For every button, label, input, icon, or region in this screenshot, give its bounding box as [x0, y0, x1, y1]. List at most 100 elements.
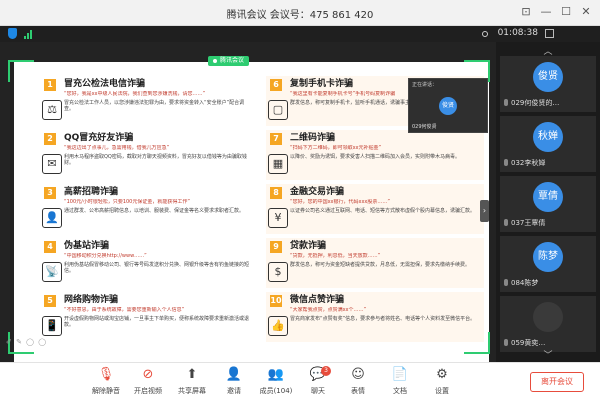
fraud-card: 8 金融交易诈骗 “您好，您的中国xx银行，代码xxx股票……” ¥ 以证券公司名义通过…: [266, 184, 484, 234]
card-quote: “您好，我是xx中级人民法院，我们查到您涉嫌洗钱，请您……”: [64, 91, 206, 97]
meeting-timer: 01:08:38: [497, 28, 538, 38]
avatar: 秋婵: [533, 122, 563, 152]
microphone-icon: [504, 219, 508, 226]
card-title: 微信点赞诈骗: [290, 295, 345, 305]
card-number: 7: [270, 133, 282, 145]
card-title: 高薪招聘诈骗: [64, 187, 119, 197]
members-label: 成员(104): [259, 387, 293, 395]
maximize-button[interactable]: ☐: [558, 4, 574, 20]
card-quote: “我这边出了点事儿，急需用钱，借我几万应急”: [64, 145, 170, 151]
chat-badge: 3: [321, 366, 331, 376]
participant-name: 059黄奕…: [504, 338, 545, 348]
minimize-button[interactable]: —: [538, 4, 554, 20]
fraud-card: 5 网络购物诈骗 “不好意思，由于系统故障，需要您重新输入个人信息” 📱 开设虚假购物网…: [40, 292, 258, 342]
slide-column-left: 1 冒充公检法电信诈骗 “您好，我是xx中级人民法院，我们查到您涉嫌洗钱，请您……”…: [40, 76, 258, 346]
card-quote: “100元/小时很轻松，只要100元保证金，就能获得工作”: [64, 199, 190, 205]
card-number: 2: [44, 133, 56, 145]
card-title: QQ冒充好友诈骗: [64, 133, 134, 143]
participant-name-text: 084陈梦: [511, 279, 539, 287]
reaction-button[interactable]: ☺ 表情: [336, 366, 380, 398]
card-illustration-icon: $: [268, 262, 288, 282]
collapse-panel-handle[interactable]: ›: [480, 200, 489, 222]
annotation-toolbar[interactable]: ✐ ✎ ◯ ◯: [6, 338, 47, 346]
signal-icon[interactable]: [24, 29, 32, 39]
speaker-mini-video[interactable]: 正在讲话： 俊贤 029何俊贤: [408, 78, 488, 133]
avatar: 陈梦: [533, 242, 563, 272]
participant-tile[interactable]: 覃倩 037王覃倩: [500, 176, 596, 232]
chat-button[interactable]: 💬 3 聊天: [296, 366, 340, 398]
card-illustration-icon: ⚖: [42, 100, 62, 120]
card-description: 群发信息，称可为资金短缺者提供贷款，月息低，无需担保，要求先缴纳手续费。: [290, 262, 471, 268]
fraud-card: 10 微信点赞诈骗 “大家帮我点赞，点赞满xx个……” 👍 冒充商家发布“点赞有奖”信息…: [266, 292, 484, 342]
card-illustration-icon: ¥: [268, 208, 288, 228]
participant-name: 037王覃倩: [504, 218, 545, 228]
start-video-button[interactable]: ⊘ 开启视频: [126, 366, 170, 398]
microphone-icon: [504, 159, 508, 166]
pin-icon[interactable]: ⊡: [518, 4, 534, 20]
fraud-card: 1 冒充公检法电信诈骗 “您好，我是xx中级人民法院，我们查到您涉嫌洗钱，请您……”…: [40, 76, 258, 126]
leave-meeting-button[interactable]: 离开会议: [530, 372, 584, 392]
participant-name: 029何俊贤的…: [504, 98, 559, 108]
share-screen-label: 共享屏幕: [178, 387, 206, 395]
card-quote: “贷款，无抵押，利息低，当天放款……”: [290, 253, 381, 259]
card-body: 📡 利用伪基站假冒移动公司、银行等号码发送积分兑换、网银升级等含有钓鱼链接的短信。: [42, 262, 254, 282]
shared-screen: 1 冒充公检法电信诈骗 “您好，我是xx中级人民法院，我们查到您涉嫌洗钱，请您……”…: [0, 42, 496, 380]
sharing-indicator: 腾讯会议: [208, 56, 250, 66]
documents-label: 文档: [393, 387, 407, 395]
participant-tile[interactable]: 俊贤 029何俊贤的…: [500, 56, 596, 112]
participant-name: 084陈梦: [504, 278, 538, 288]
members-button[interactable]: 👥 成员(104): [254, 366, 298, 398]
invite-button[interactable]: 👤 邀请: [212, 366, 256, 398]
card-illustration-icon: ▢: [268, 100, 288, 120]
card-body: $ 群发信息，称可为资金短缺者提供贷款，月息低，无需担保，要求先缴纳手续费。: [268, 262, 480, 282]
unmute-button[interactable]: 🎙 解除静音: [84, 366, 128, 398]
fraud-card: 9 贷款诈骗 “贷款，无抵押，利息低，当天放款……” $ 群发信息，称可为资金短缺者提供…: [266, 238, 484, 288]
card-description: 以证券公司名义通过互联网、电话、短信等方式散布虚假个股内幕信息，诱骗汇款。: [290, 208, 476, 214]
microphone-icon: [504, 99, 508, 106]
avatar: 覃倩: [533, 182, 563, 212]
settings-button[interactable]: ⚙ 设置: [420, 366, 464, 398]
participant-name-text: 032李秋婵: [511, 159, 546, 167]
card-number: 4: [44, 241, 56, 253]
timer-icon: [482, 31, 488, 37]
close-button[interactable]: ✕: [578, 4, 594, 20]
window-title: 腾讯会议 会议号：475 861 420: [226, 10, 374, 21]
shield-icon[interactable]: [8, 28, 17, 39]
card-number: 6: [270, 79, 282, 91]
participant-name-text: 037王覃倩: [511, 219, 546, 227]
card-title: 伪基站诈骗: [64, 241, 110, 251]
invite-label: 邀请: [227, 387, 241, 395]
fullscreen-icon[interactable]: [545, 29, 554, 38]
documents-button[interactable]: 📄 文档: [378, 366, 422, 398]
title-bar: 腾讯会议 会议号：475 861 420 ⊡ — ☐ ✕: [0, 0, 600, 26]
card-quote: “不好意思，由于系统故障，需要您重新输入个人信息”: [64, 307, 185, 313]
card-quote: “您好，您的中国xx银行，代码xxx股票……”: [290, 199, 390, 205]
document-icon: 📄: [391, 367, 409, 382]
card-quote: “扫码下方二维码，即可领取xx元补贴金”: [290, 145, 382, 151]
card-illustration-icon: ▦: [268, 154, 288, 174]
members-icon: 👥: [267, 367, 285, 382]
add-user-icon: 👤: [225, 367, 243, 382]
avatar: [533, 302, 563, 332]
participant-tile[interactable]: 陈梦 084陈梦: [500, 236, 596, 292]
card-number: 3: [44, 187, 56, 199]
smile-icon: ☺: [351, 367, 365, 382]
card-title: 冒充公检法电信诈骗: [64, 79, 146, 89]
card-description: 开设虚假购物网站或淘宝店铺，一旦事主下单购买，便称系统故障要求重新激活或退款。: [64, 316, 250, 328]
share-screen-icon: ⬆: [186, 367, 198, 382]
card-illustration-icon: 👍: [268, 316, 288, 336]
card-quote: “大家帮我点赞，点赞满xx个……”: [290, 307, 367, 313]
sharing-indicator-label: 腾讯会议: [220, 57, 245, 64]
card-description: 以降价、奖励为诱饵，要求受害人扫描二维码加入会员，实则附带木马病毒。: [290, 154, 461, 160]
card-body: ▦ 以降价、奖励为诱饵，要求受害人扫描二维码加入会员，实则附带木马病毒。: [268, 154, 480, 174]
participant-name-text: 059黄奕…: [511, 339, 546, 347]
card-description: 冒充商家发布“点赞有奖”信息，要求参与者将姓名、电话等个人资料发至微信平台。: [290, 316, 476, 322]
participant-tile[interactable]: 秋婵 032李秋婵: [500, 116, 596, 172]
participant-tile[interactable]: 059黄奕…: [500, 296, 596, 352]
card-description: 通过群发、公布高薪招聘信息，以培训、服装费、保证金等名义要求求职者汇款。: [64, 208, 245, 214]
chevron-down-icon[interactable]: ﹀: [496, 348, 600, 361]
speaker-label: 正在讲话：: [412, 82, 438, 88]
share-screen-button[interactable]: ⬆ 共享屏幕: [170, 366, 214, 398]
share-frame-corner: [464, 332, 490, 354]
card-number: 10: [270, 295, 282, 307]
